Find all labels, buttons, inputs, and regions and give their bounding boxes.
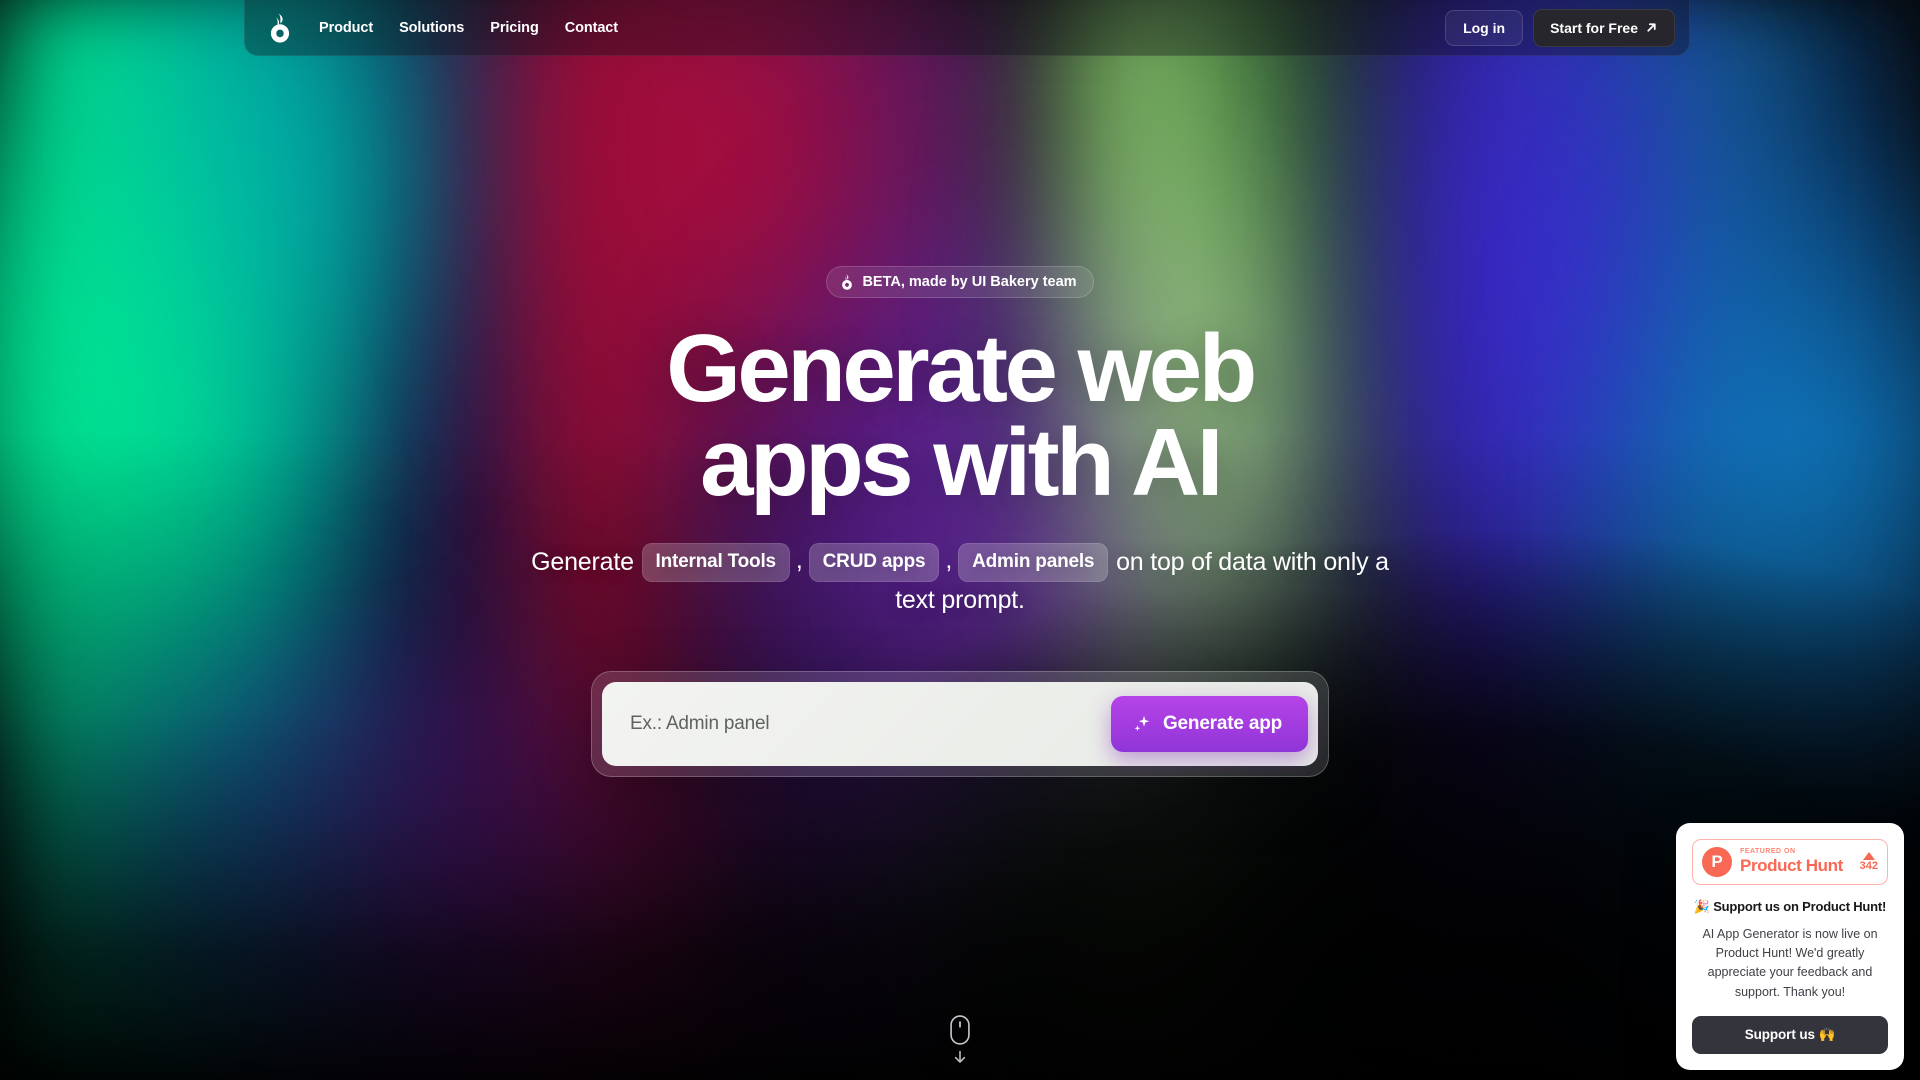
login-button[interactable]: Log in: [1445, 9, 1524, 46]
page-title: Generate web apps with AI: [666, 321, 1257, 517]
page-root: Product Solutions Pricing Contact Log in…: [0, 0, 1920, 1080]
prompt-box-inner: Generate app: [602, 682, 1318, 767]
upvote-caret-icon: [1862, 851, 1875, 860]
hero-subhead: Generate Internal Tools, CRUD apps, Admin …: [510, 542, 1410, 619]
nav-left-group: Product Solutions Pricing Contact: [267, 13, 618, 43]
chip-admin-panels[interactable]: Admin panels: [958, 543, 1109, 582]
product-hunt-name: Product Hunt: [1740, 855, 1843, 875]
subhead-tail: on top of data: [1116, 548, 1267, 577]
subhead-comma-2: ,: [945, 546, 953, 575]
beta-badge-logo-icon: [840, 274, 854, 290]
product-hunt-logo-icon: P: [1702, 846, 1732, 877]
nav-link-solutions[interactable]: Solutions: [399, 20, 464, 36]
nav-right-group: Log in Start for Free: [1445, 8, 1675, 47]
start-for-free-button[interactable]: Start for Free: [1533, 8, 1675, 47]
chip-internal-tools[interactable]: Internal Tools: [641, 543, 790, 582]
nav-links: Product Solutions Pricing Contact: [319, 20, 618, 36]
nav-link-product[interactable]: Product: [319, 20, 373, 36]
start-for-free-label: Start for Free: [1550, 19, 1638, 36]
support-us-button[interactable]: Support us 🙌: [1692, 1016, 1888, 1054]
top-navigation-bar: Product Solutions Pricing Contact Log in…: [244, 0, 1690, 56]
arrow-up-right-icon: [1645, 21, 1658, 34]
beta-badge-label: BETA, made by UI Bakery team: [862, 274, 1077, 290]
ui-bakery-logo-icon[interactable]: [267, 13, 293, 43]
sparkle-icon: [1131, 713, 1153, 735]
beta-badge[interactable]: BETA, made by UI Bakery team: [826, 266, 1094, 298]
scroll-down-hint[interactable]: [950, 1015, 970, 1064]
product-hunt-vote-count: 342: [1859, 859, 1878, 872]
generate-app-label: Generate app: [1162, 713, 1282, 735]
product-hunt-vote[interactable]: 342: [1859, 851, 1878, 872]
prompt-box: Generate app: [591, 671, 1329, 778]
subhead-comma-1: ,: [795, 546, 803, 575]
product-hunt-title: 🎉 Support us on Product Hunt!: [1693, 898, 1887, 914]
product-hunt-badge-text: FEATURED ON Product Hunt: [1740, 848, 1852, 875]
generate-app-button[interactable]: Generate app: [1110, 696, 1308, 753]
prompt-input[interactable]: [630, 713, 1111, 736]
product-hunt-badge[interactable]: P FEATURED ON Product Hunt 342: [1692, 838, 1888, 885]
headline-line-2: apps with AI: [700, 409, 1223, 517]
product-hunt-body: AI App Generator is now live on Product …: [1702, 926, 1878, 999]
hero-section: BETA, made by UI Bakery team Generate we…: [0, 0, 1920, 778]
arrow-down-icon: [953, 1050, 967, 1064]
nav-link-pricing[interactable]: Pricing: [490, 20, 539, 36]
nav-link-contact[interactable]: Contact: [565, 20, 618, 36]
headline-line-1: Generate web: [666, 315, 1257, 422]
chip-crud-apps[interactable]: CRUD apps: [808, 543, 940, 582]
product-hunt-widget: P FEATURED ON Product Hunt 342 🎉 Support…: [1676, 822, 1904, 1070]
product-hunt-featured-label: FEATURED ON: [1740, 847, 1796, 855]
subhead-lead: Generate: [531, 548, 634, 577]
mouse-scroll-icon: [950, 1015, 970, 1045]
